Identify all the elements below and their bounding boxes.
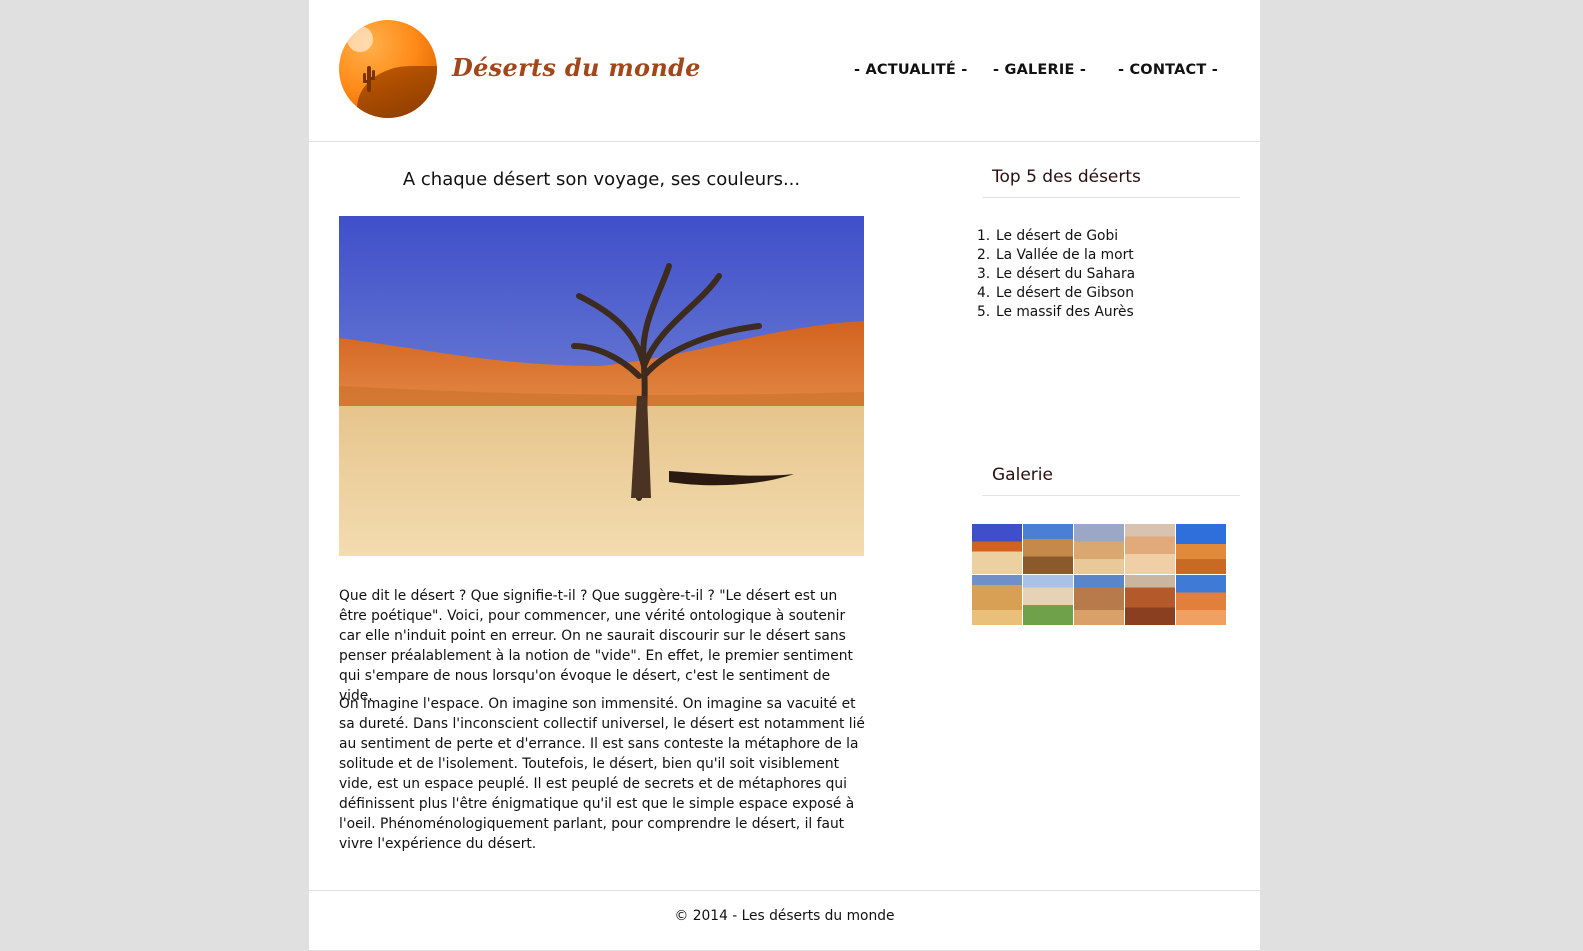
top5-item-vallee-mort[interactable]: 2. La Vallée de la mort bbox=[977, 246, 1135, 265]
main-heading: A chaque désert son voyage, ses couleurs… bbox=[402, 169, 801, 190]
gallery-thumb[interactable] bbox=[1023, 575, 1073, 625]
gallery-thumb[interactable] bbox=[1074, 575, 1124, 625]
top5-item-aures[interactable]: 5. Le massif des Aurès bbox=[977, 303, 1135, 322]
header: Déserts du monde - ACTUALITÉ - - GALERIE… bbox=[309, 0, 1260, 142]
top5-list: 1. Le désert de Gobi 2. La Vallée de la mo… bbox=[977, 227, 1135, 322]
top5-item-sahara[interactable]: 3. Le désert du Sahara bbox=[977, 265, 1135, 284]
body-paragraph: On imagine l'espace. On imagine son imme… bbox=[339, 696, 865, 852]
gallery-thumb[interactable] bbox=[972, 575, 1022, 625]
nav-galerie[interactable]: - GALERIE - bbox=[993, 62, 1086, 78]
gallery-thumb[interactable] bbox=[1125, 524, 1175, 574]
top5-item-gibson[interactable]: 4. Le désert de Gibson bbox=[977, 284, 1135, 303]
gallery-thumb[interactable] bbox=[1176, 524, 1226, 574]
footer: © 2014 - Les déserts du monde bbox=[309, 890, 1260, 951]
gallery-thumb[interactable] bbox=[1074, 524, 1124, 574]
intro-paragraph: Que dit le désert ? Que signifie-t-il ? … bbox=[339, 588, 853, 704]
site-title[interactable]: Déserts du monde bbox=[452, 53, 701, 82]
gallery-heading: Galerie bbox=[982, 465, 1240, 496]
gallery-thumb[interactable] bbox=[1176, 575, 1226, 625]
nav-actualite[interactable]: - ACTUALITÉ - bbox=[854, 62, 967, 78]
gallery-thumb[interactable] bbox=[1125, 575, 1175, 625]
logo-icon[interactable] bbox=[339, 20, 437, 118]
top5-item-gobi[interactable]: 1. Le désert de Gobi bbox=[977, 227, 1135, 246]
page-container: Déserts du monde - ACTUALITÉ - - GALERIE… bbox=[309, 0, 1260, 950]
gallery-thumb[interactable] bbox=[972, 524, 1022, 574]
nav-contact[interactable]: - CONTACT - bbox=[1118, 62, 1218, 78]
gallery-grid bbox=[972, 524, 1232, 625]
top5-heading: Top 5 des déserts bbox=[982, 167, 1240, 198]
footer-copyright: © 2014 - Les déserts du monde bbox=[674, 908, 895, 924]
gallery-thumb[interactable] bbox=[1023, 524, 1073, 574]
hero-desert-image bbox=[339, 216, 864, 556]
